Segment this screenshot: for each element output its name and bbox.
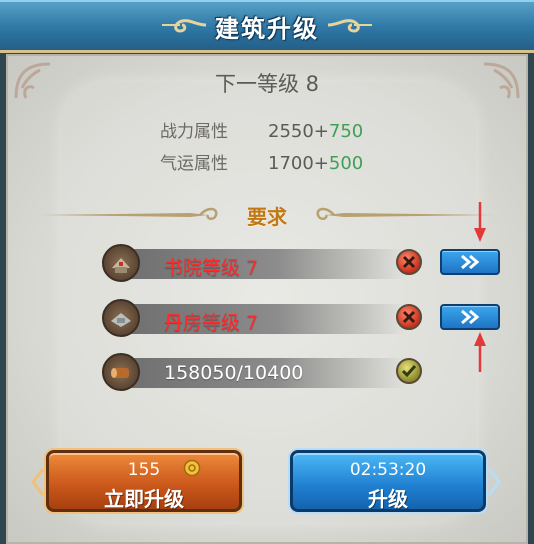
gold-coin-icon xyxy=(183,459,201,477)
goto-alchemy-house-button[interactable] xyxy=(440,304,500,330)
requirement-bar xyxy=(120,249,406,279)
wood-log-icon xyxy=(102,353,140,391)
header-ornament-right-icon xyxy=(327,19,372,33)
double-chevron-right-icon xyxy=(461,254,480,270)
instant-cost-value: 155 xyxy=(127,460,161,480)
button-ornament-icon xyxy=(487,468,501,496)
dialog-header: 建筑升级 xyxy=(0,0,534,53)
instant-upgrade-button[interactable]: 155 立即升级 xyxy=(31,450,242,512)
requirement-bar xyxy=(120,304,406,334)
requirement-text: 丹房等级 7 xyxy=(164,312,259,334)
stat-base-value: 1700+ xyxy=(268,153,329,174)
requirement-text: 158050/10400 xyxy=(164,362,304,384)
next-level-label: 下一等级 8 xyxy=(214,72,320,96)
instant-upgrade-label: 立即升级 xyxy=(104,487,184,511)
stat-bonus-value: 500 xyxy=(328,153,364,174)
alchemy-house-icon xyxy=(102,299,140,337)
instant-cost: 155 xyxy=(49,459,239,480)
academy-building-icon xyxy=(102,244,140,282)
upgrade-button[interactable]: 02:53:20 升级 xyxy=(290,450,501,512)
double-chevron-right-icon xyxy=(461,309,480,325)
met-check-icon xyxy=(396,358,422,384)
goto-academy-button[interactable] xyxy=(440,249,500,275)
annotation-arrow-up-icon xyxy=(474,332,486,372)
unmet-x-icon xyxy=(396,249,422,275)
requirement-row: 书院等级 7 xyxy=(102,243,432,283)
requirements-title: 要求 xyxy=(247,205,287,229)
stat-label: 战力属性 xyxy=(160,122,228,142)
requirement-text: 书院等级 7 xyxy=(164,257,259,279)
stat-row-fortune: 气运属性 1700+500 xyxy=(160,149,363,174)
stat-base-value: 2550+ xyxy=(268,121,329,142)
stat-label: 气运属性 xyxy=(160,154,228,174)
requirement-row: 丹房等级 7 xyxy=(102,298,432,338)
requirement-row: 158050/10400 xyxy=(102,352,432,392)
button-ornament-icon xyxy=(31,468,45,496)
unmet-x-icon xyxy=(396,304,422,330)
building-upgrade-dialog: 建筑升级 下一等级 8 战力属性 2550+750 气运属性 1700+500 要求 xyxy=(0,0,534,544)
dialog-title: 建筑升级 xyxy=(215,15,319,43)
stat-bonus-value: 750 xyxy=(328,121,364,142)
upgrade-label: 升级 xyxy=(368,487,408,511)
stat-row-power: 战力属性 2550+750 xyxy=(160,117,363,142)
annotation-arrow-down-icon xyxy=(474,202,486,242)
upgrade-time: 02:53:20 xyxy=(349,460,427,480)
